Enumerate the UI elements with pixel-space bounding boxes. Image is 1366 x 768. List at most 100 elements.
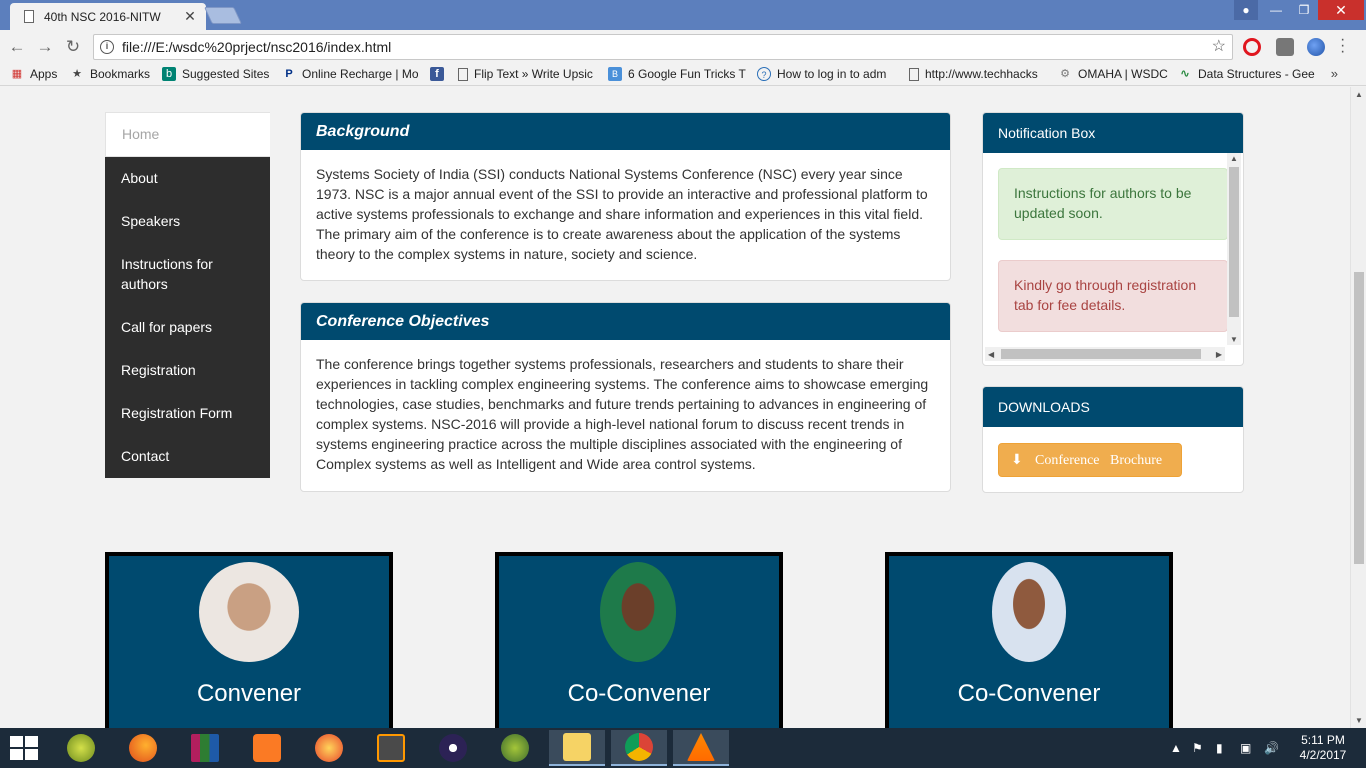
taskbar-app-file-explorer[interactable] [549,730,605,766]
more-bookmarks-icon[interactable]: » [1331,66,1338,81]
firefox-icon [129,734,157,762]
eclipse-icon [439,734,467,762]
address-bar[interactable]: i file:///E:/wsdc%20prject/nsc2016/index… [93,34,1233,60]
chrome-menu-icon[interactable]: · · · [1340,32,1345,60]
background-text: Systems Society of India (SSI) conducts … [316,166,928,262]
scroll-up-arrow-icon[interactable]: ▲ [1351,90,1366,99]
scroll-down-arrow-icon[interactable]: ▼ [1230,335,1238,344]
co-convener-card-2: Co-Convener [885,552,1173,728]
downloads-title: DOWNLOADS [983,387,1243,427]
taskbar-app-browser[interactable] [301,730,357,766]
tab-title: 40th NSC 2016-NITW [44,9,161,24]
brochure-label: Conference Brochure [1035,453,1163,468]
bookmark-flip-text[interactable]: Flip Text » Write Upsic [458,67,598,81]
bookmark-facebook[interactable]: f [430,67,448,81]
sidebar-item-instructions[interactable]: Instructions for authors [105,243,270,306]
sidebar-item-registration[interactable]: Registration [105,349,270,392]
omaha-icon: ⚙ [1060,68,1070,80]
sidebar-item-call-for-papers[interactable]: Call for papers [105,306,270,349]
taskbar-app-sublime[interactable] [363,730,419,766]
scroll-left-arrow-icon[interactable]: ◀ [988,350,994,359]
new-tab-button[interactable] [204,7,242,24]
scroll-up-arrow-icon[interactable]: ▲ [1230,154,1238,163]
bookmark-data-structures[interactable]: ∿ Data Structures - Gee [1178,67,1316,81]
tray-network-icon[interactable]: ▣ [1240,728,1251,768]
tab-close-icon[interactable]: ✕ [182,8,198,25]
notification-horizontal-scrollbar[interactable]: ◀ ▶ [985,347,1225,361]
co-convener-role-1: Co-Convener [567,680,711,707]
xampp-icon [253,734,281,762]
tray-flag-icon[interactable]: ⚑ [1192,728,1203,768]
notification-box: Notification Box Instructions for author… [982,112,1244,366]
tray-device-icon[interactable]: ▮ [1216,728,1223,768]
blogger-icon: B [608,67,622,81]
android-studio-icon [501,734,529,762]
bookmark-google-fun-tricks[interactable]: B6 Google Fun Tricks T [608,67,746,81]
taskbar-app-eclipse[interactable] [425,730,481,766]
minimize-button[interactable]: — [1262,0,1290,20]
geeks-icon: ∿ [1180,68,1190,80]
taskbar-app-winrar[interactable] [177,730,233,766]
notification-box-title: Notification Box [983,113,1243,153]
globe-extension-icon[interactable] [1307,38,1325,56]
convener-photo [199,562,299,662]
url-text: file:///E:/wsdc%20prject/nsc2016/index.h… [122,39,392,55]
conference-brochure-button[interactable]: ⬇ Conference Brochure [998,443,1182,477]
taskbar-app-chat[interactable] [53,730,109,766]
scrollbar-thumb[interactable] [1229,167,1239,317]
tray-volume-icon[interactable]: 🔊 [1264,728,1279,768]
taskbar-app-firefox[interactable] [115,730,171,766]
browser-toolbar: ← → ↻ i file:///E:/wsdc%20prject/nsc2016… [0,30,1366,64]
notification-alert-authors: Instructions for authors to be updated s… [998,168,1228,240]
taskbar-app-xampp[interactable] [239,730,295,766]
bookmark-suggested-sites[interactable]: b Suggested Sites [162,67,272,81]
windows-taskbar: ▲ ⚑ ▮ ▣ 🔊 5:11 PM 4/2/2017 [0,728,1366,768]
bookmark-apps[interactable]: ▦ Apps [10,67,65,81]
clock-time: 5:11 PM [1301,733,1345,747]
extension-icon[interactable] [1276,38,1294,56]
maximize-button[interactable]: ❐ [1290,0,1318,20]
convener-role: Convener [196,680,302,707]
page-icon [909,67,919,81]
taskbar-app-vlc[interactable] [673,730,729,766]
co-convener-photo-2 [992,562,1066,662]
clock-date: 4/2/2017 [1299,748,1347,762]
taskbar-clock[interactable]: 5:11 PM 4/2/2017 [1290,733,1356,763]
co-convener-role-2: Co-Convener [957,680,1101,707]
bookmark-star-icon[interactable]: ☆ [1212,35,1226,59]
bookmark-techhacks[interactable]: http://www.techhacks [909,67,1047,81]
sidebar-item-registration-form[interactable]: Registration Form [105,392,270,435]
sidebar-item-contact[interactable]: Contact [105,435,270,478]
sidebar-item-speakers[interactable]: Speakers [105,200,270,243]
bookmark-online-recharge[interactable]: P Online Recharge | Mo [282,67,418,81]
windows-start-icon[interactable] [10,736,38,760]
info-icon[interactable]: i [100,40,114,54]
back-icon[interactable]: ← [6,36,28,58]
help-icon: ? [757,67,771,81]
forward-icon[interactable]: → [34,36,56,58]
opera-extension-icon[interactable] [1243,38,1261,56]
star-icon: ★ [72,68,82,80]
bookmark-how-to-log-in[interactable]: ? How to log in to adm [757,67,899,81]
notification-vertical-scrollbar[interactable]: ▲ ▼ [1227,153,1241,345]
sidebar-item-about[interactable]: About [105,157,270,200]
scrollbar-thumb[interactable] [1001,349,1201,359]
bookmark-bookmarks[interactable]: ★ Bookmarks [70,67,154,81]
tray-show-hidden-icon[interactable]: ▲ [1170,728,1182,768]
sidebar-item-home[interactable]: Home [105,112,270,157]
scroll-right-arrow-icon[interactable]: ▶ [1216,350,1222,359]
notification-scroll-area[interactable]: Instructions for authors to be updated s… [983,153,1243,365]
scroll-down-arrow-icon[interactable]: ▼ [1351,716,1366,725]
co-convener-photo-1 [600,562,676,662]
close-window-button[interactable]: ✕ [1318,0,1364,20]
tab-strip: 40th NSC 2016-NITW ✕ ● — ❐ ✕ [0,0,1366,30]
taskbar-app-android-studio[interactable] [487,730,543,766]
page-vertical-scrollbar[interactable]: ▲ ▼ [1350,87,1366,728]
browser-tab[interactable]: 40th NSC 2016-NITW ✕ [10,3,206,30]
bookmark-omaha-wsdc[interactable]: ⚙ OMAHA | WSDC [1058,67,1168,81]
taskbar-app-chrome[interactable] [611,730,667,766]
page-scrollbar-thumb[interactable] [1354,272,1364,564]
profile-icon[interactable]: ● [1234,0,1258,20]
chat-app-icon [67,734,95,762]
reload-icon[interactable]: ↻ [62,36,84,58]
